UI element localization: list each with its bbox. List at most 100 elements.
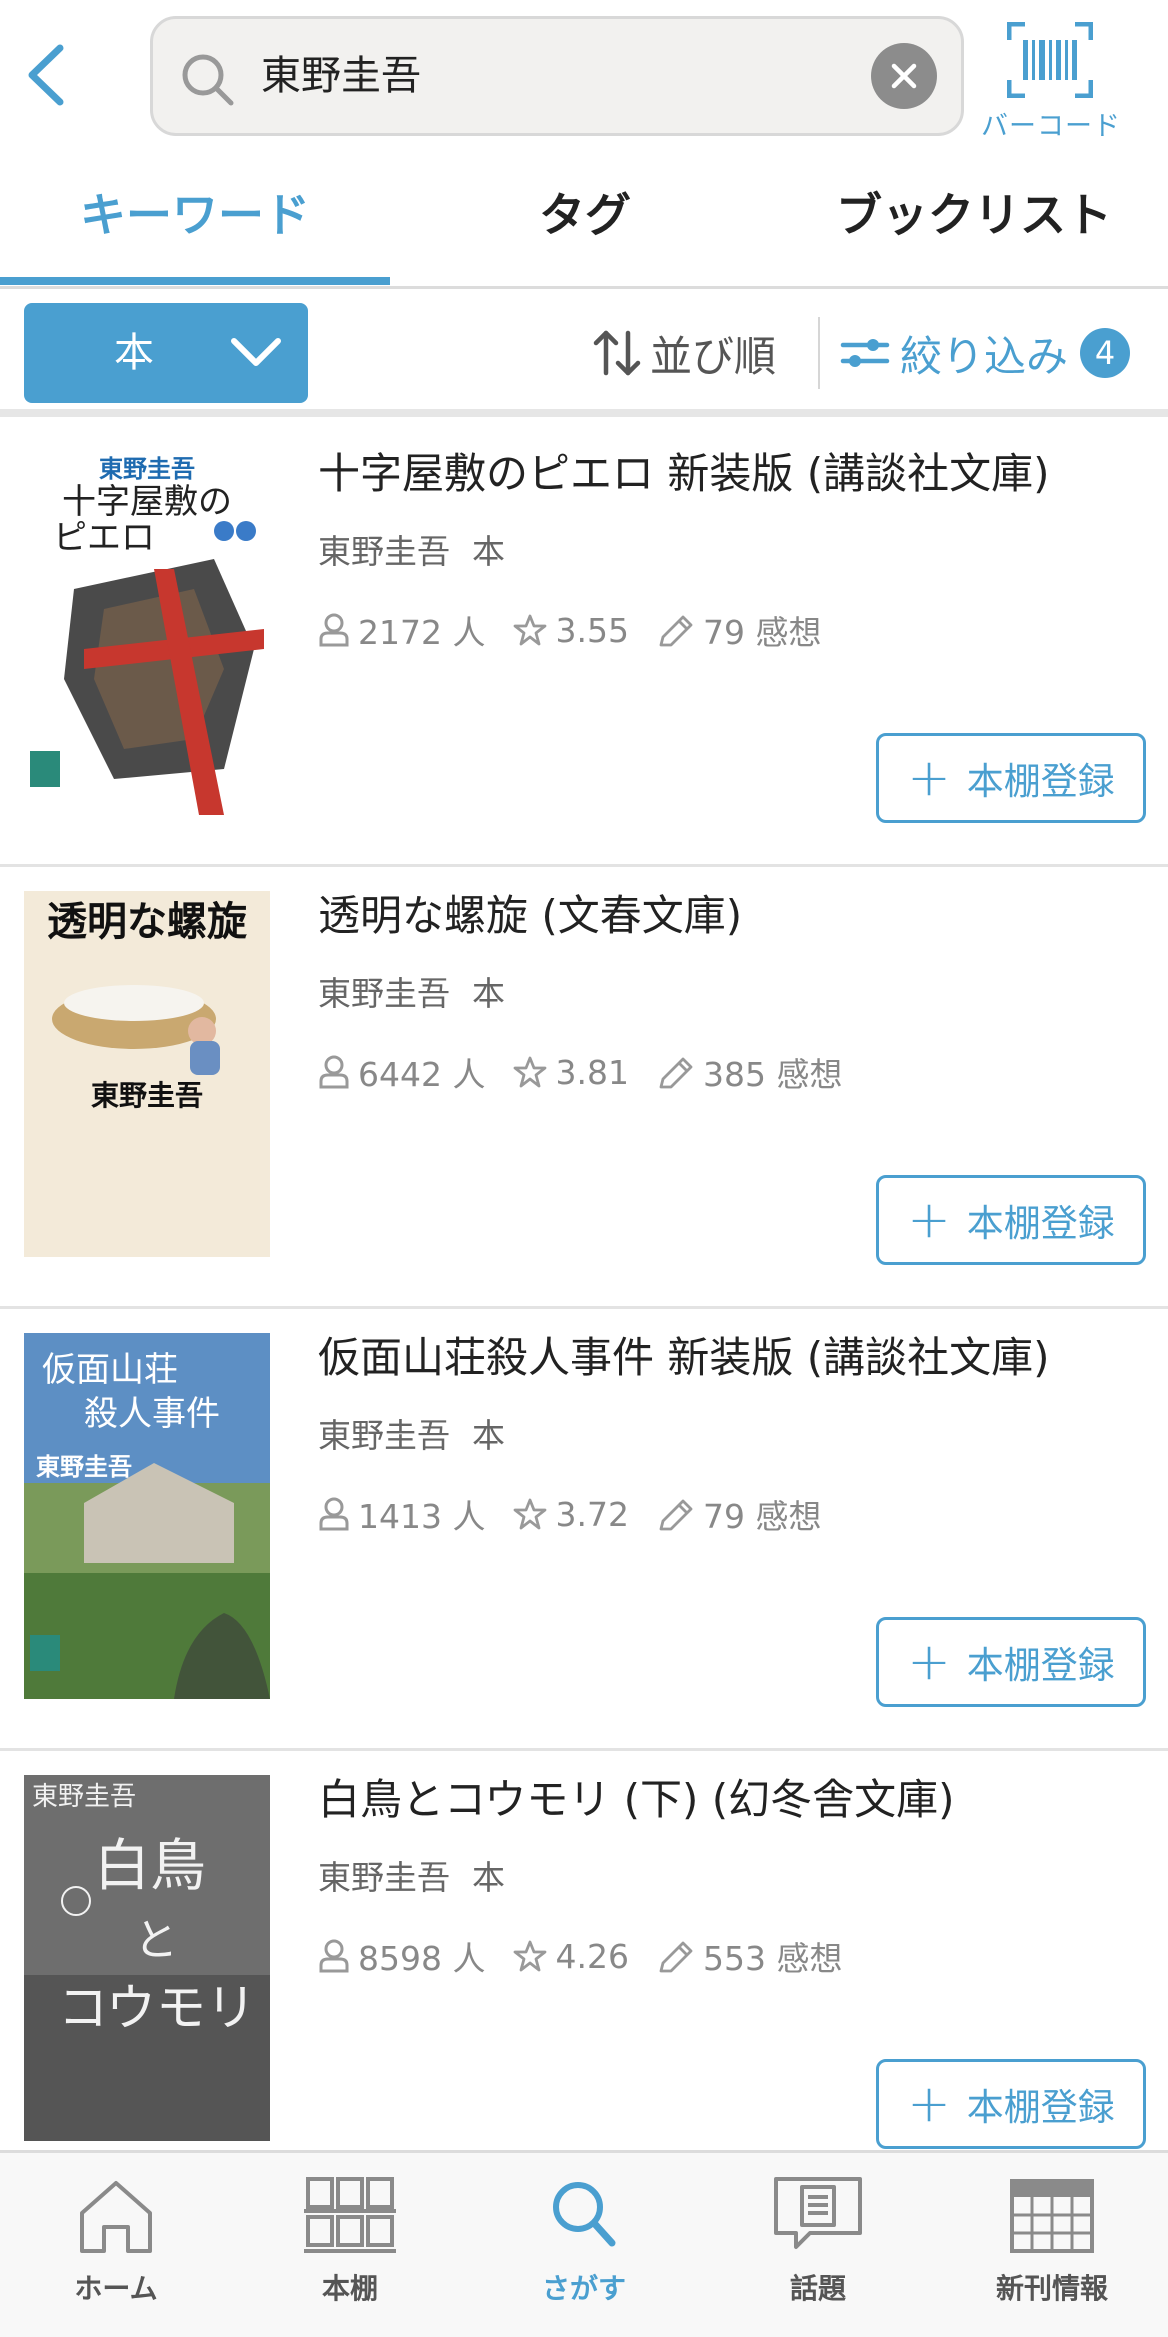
type-select-label: 本: [114, 330, 154, 376]
readers-stat: 1413 人: [318, 1490, 485, 1538]
reviews-count: 79 感想: [702, 613, 822, 652]
cover-author: 東野圭吾: [99, 455, 195, 483]
filter-bar: 本 並び順 絞り込み 4: [0, 289, 1168, 417]
bottom-nav: ホーム 本棚 さがす 話題 新刊情報: [0, 2150, 1168, 2337]
readers-count: 1413 人: [358, 1497, 486, 1536]
cover-author: 東野圭吾: [36, 1453, 132, 1481]
user-icon: [319, 1497, 349, 1531]
book-title[interactable]: 白鳥とコウモリ (下) (幻冬舎文庫): [318, 1769, 1158, 1831]
book-author[interactable]: 東野圭吾: [318, 974, 450, 1013]
add-to-shelf-button[interactable]: + 本棚登録: [876, 1617, 1146, 1707]
reviews-stat: 79 感想: [657, 606, 821, 654]
readers-stat: 6442 人: [318, 1048, 485, 1096]
book-stats: 8598 人 4.26 553 感想: [318, 1933, 870, 1979]
nav-item-home[interactable]: ホーム: [16, 2173, 216, 2313]
reviews-count: 385 感想: [702, 1055, 843, 1094]
tab-keyword[interactable]: キーワード: [0, 155, 390, 285]
clear-search-button[interactable]: [871, 43, 937, 109]
nav-item-new-releases[interactable]: 新刊情報: [952, 2173, 1152, 2313]
add-to-shelf-button[interactable]: + 本棚登録: [876, 2059, 1146, 2149]
add-to-shelf-label: 本棚登録: [966, 1644, 1115, 1687]
pencil-icon: [659, 615, 693, 647]
book-kind: 本: [472, 1416, 505, 1455]
list-item[interactable]: 東野圭吾 十字屋敷の ピエロ 十字屋敷のピエロ 新装版 (講談社文庫) 東野圭吾…: [0, 425, 1168, 867]
tab-indicator: [0, 277, 390, 285]
readers-stat: 2172 人: [318, 606, 485, 654]
list-item[interactable]: 仮面山荘 殺人事件 東野圭吾 仮面山荘殺人事件 新装版 (講談社文庫) 東野圭吾…: [0, 1309, 1168, 1751]
rating-stat: 3.72: [513, 1495, 629, 1534]
add-to-shelf-label: 本棚登録: [966, 1202, 1115, 1245]
book-stats: 6442 人 3.81 385 感想: [318, 1049, 870, 1095]
cover-author: 東野圭吾: [91, 1079, 203, 1112]
calendar-icon: [1010, 2179, 1094, 2253]
plus-icon: +: [907, 748, 951, 808]
nav-label: さがす: [541, 2272, 626, 2305]
svg-text:白鳥: 白鳥: [94, 1834, 206, 1899]
reviews-count: 79 感想: [702, 1497, 822, 1536]
book-cover[interactable]: 東野圭吾 白鳥 と コウモリ: [24, 1775, 270, 2141]
back-button[interactable]: [18, 38, 74, 112]
chevron-down-icon: [231, 338, 281, 366]
tab-booklist[interactable]: ブックリスト: [780, 155, 1168, 285]
search-query[interactable]: 東野圭吾: [261, 19, 421, 133]
sort-label: 並び順: [650, 331, 777, 381]
book-kind: 本: [472, 532, 505, 571]
list-item[interactable]: 透明な螺旋 東野圭吾 透明な螺旋 (文春文庫) 東野圭吾本 6442 人 3.8…: [0, 867, 1168, 1309]
add-to-shelf-button[interactable]: + 本棚登録: [876, 1175, 1146, 1265]
search-input[interactable]: 東野圭吾: [150, 16, 964, 136]
user-icon: [319, 1939, 349, 1973]
book-list: 東野圭吾 十字屋敷の ピエロ 十字屋敷のピエロ 新装版 (講談社文庫) 東野圭吾…: [0, 425, 1168, 2150]
readers-count: 6442 人: [358, 1055, 486, 1094]
pencil-icon: [659, 1941, 693, 1973]
barcode-button[interactable]: バーコード: [976, 20, 1126, 142]
add-to-shelf-label: 本棚登録: [966, 2086, 1115, 2129]
book-title[interactable]: 仮面山荘殺人事件 新装版 (講談社文庫): [318, 1327, 1158, 1389]
book-author[interactable]: 東野圭吾: [318, 1416, 450, 1455]
book-stats: 1413 人 3.72 79 感想: [318, 1491, 849, 1537]
book-cover[interactable]: 東野圭吾 十字屋敷の ピエロ: [24, 449, 270, 815]
readers-stat: 8598 人: [318, 1932, 485, 1980]
svg-text:十字屋敷の: 十字屋敷の: [62, 482, 232, 522]
book-meta: 東野圭吾本: [318, 967, 505, 1015]
book-cover[interactable]: 透明な螺旋 東野圭吾: [24, 891, 270, 1257]
reviews-stat: 385 感想: [657, 1048, 842, 1096]
nav-item-search[interactable]: さがす: [484, 2173, 684, 2313]
star-icon: [514, 614, 547, 646]
nav-label: 新刊情報: [995, 2272, 1108, 2305]
nav-item-bookshelf[interactable]: 本棚: [250, 2173, 450, 2313]
add-to-shelf-button[interactable]: + 本棚登録: [876, 733, 1146, 823]
bookshelf-icon: [304, 2177, 396, 2253]
filter-button[interactable]: 絞り込み 4: [840, 303, 1158, 403]
type-select[interactable]: 本: [24, 303, 308, 403]
cover-title: 透明な螺旋: [47, 898, 247, 945]
rating-stat: 4.26: [513, 1937, 629, 1976]
book-author[interactable]: 東野圭吾: [318, 1858, 450, 1897]
svg-text:と: と: [134, 1915, 178, 1966]
chevron-left-icon: [28, 44, 64, 106]
star-icon: [514, 1940, 547, 1972]
home-icon: [80, 2181, 152, 2253]
sort-icon: [593, 330, 641, 376]
barcode-label: バーコード: [981, 111, 1121, 142]
book-author[interactable]: 東野圭吾: [318, 532, 450, 571]
book-title[interactable]: 十字屋敷のピエロ 新装版 (講談社文庫): [318, 443, 1158, 505]
nav-label: ホーム: [74, 2272, 158, 2305]
rating-value: 3.55: [555, 610, 629, 650]
nav-label: 本棚: [321, 2272, 378, 2305]
divider: [818, 317, 820, 389]
close-icon: [891, 63, 917, 89]
book-kind: 本: [472, 974, 505, 1013]
sort-button[interactable]: 並び順: [592, 303, 812, 403]
rating-value: 3.81: [555, 1052, 629, 1092]
readers-count: 8598 人: [358, 1939, 486, 1978]
book-meta: 東野圭吾本: [318, 1409, 505, 1457]
list-item[interactable]: 東野圭吾 白鳥 と コウモリ 白鳥とコウモリ (下) (幻冬舎文庫) 東野圭吾本…: [0, 1751, 1168, 2150]
book-cover[interactable]: 仮面山荘 殺人事件 東野圭吾: [24, 1333, 270, 1699]
nav-label: 話題: [789, 2272, 846, 2305]
tab-tag[interactable]: タグ: [390, 155, 780, 285]
reviews-count: 553 感想: [702, 1939, 843, 1978]
nav-item-topics[interactable]: 話題: [718, 2173, 918, 2313]
user-icon: [319, 1055, 349, 1089]
book-title[interactable]: 透明な螺旋 (文春文庫): [318, 885, 1158, 947]
filter-count-badge: 4: [1080, 328, 1131, 378]
